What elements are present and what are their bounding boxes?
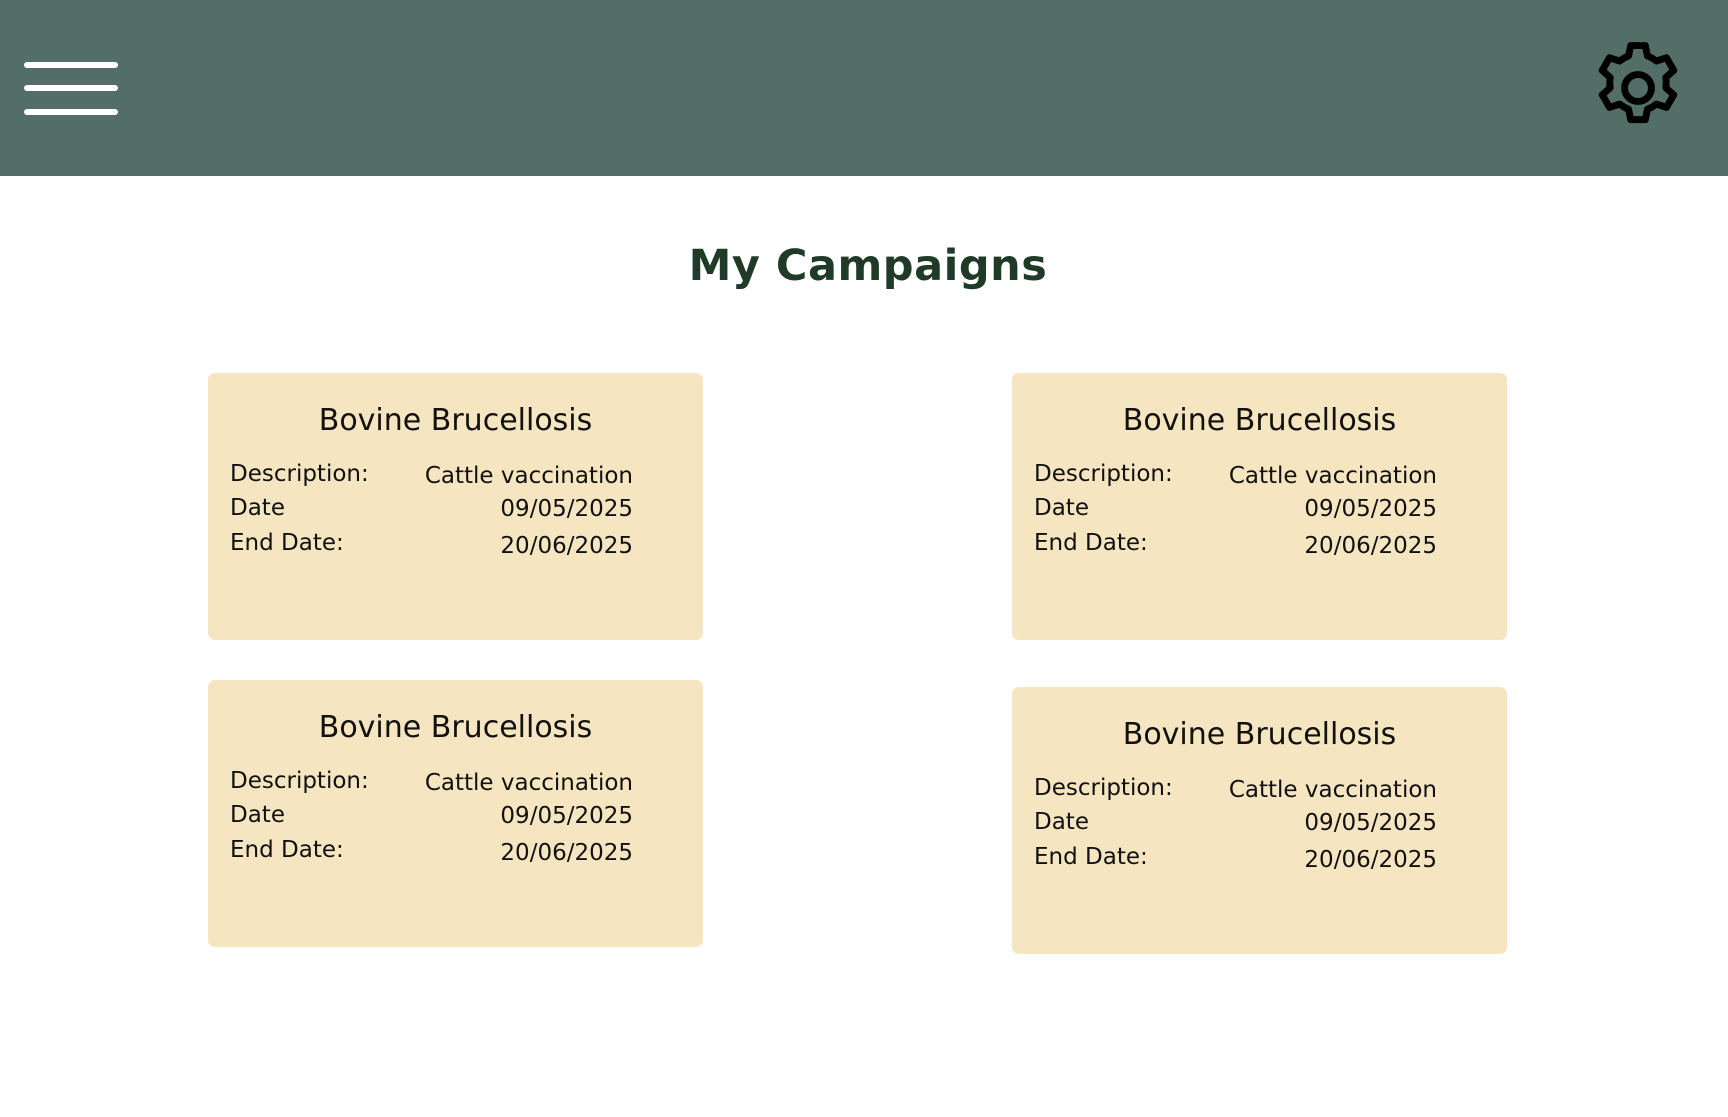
end-date-label: End Date:: [230, 837, 344, 863]
date-label: Date: [1034, 495, 1089, 521]
end-date-value: 20/06/2025: [500, 533, 633, 559]
end-date-value: 20/06/2025: [1304, 847, 1437, 873]
settings-button[interactable]: [1586, 36, 1690, 140]
hamburger-menu-icon: [24, 60, 120, 120]
top-app-bar: [0, 0, 1728, 176]
description-label: Description:: [230, 768, 369, 794]
campaign-title: Bovine Brucellosis: [318, 403, 593, 438]
campaign-card[interactable]: Bovine Brucellosis Description: Cattle v…: [1012, 687, 1507, 954]
description-value: Cattle vaccination: [1228, 463, 1437, 489]
description-value: Cattle vaccination: [424, 463, 633, 489]
description-label: Description:: [1034, 461, 1173, 487]
end-date-value: 20/06/2025: [1304, 533, 1437, 559]
description-label: Description:: [1034, 775, 1173, 801]
campaign-title: Bovine Brucellosis: [1122, 403, 1397, 438]
end-date-value: 20/06/2025: [500, 840, 633, 866]
date-label: Date: [230, 802, 285, 828]
campaign-card[interactable]: Bovine Brucellosis Description: Cattle v…: [1012, 373, 1507, 640]
date-label: Date: [230, 495, 285, 521]
gear-icon: [1598, 42, 1678, 124]
campaign-card[interactable]: Bovine Brucellosis Description: Cattle v…: [208, 373, 703, 640]
end-date-label: End Date:: [1034, 844, 1148, 870]
date-value: 09/05/2025: [1304, 496, 1437, 522]
campaign-card[interactable]: Bovine Brucellosis Description: Cattle v…: [208, 680, 703, 947]
date-label: Date: [1034, 809, 1089, 835]
campaign-title: Bovine Brucellosis: [1122, 717, 1397, 752]
date-value: 09/05/2025: [500, 803, 633, 829]
date-value: 09/05/2025: [500, 496, 633, 522]
description-label: Description:: [230, 461, 369, 487]
date-value: 09/05/2025: [1304, 810, 1437, 836]
page-title: My Campaigns: [688, 241, 1048, 291]
description-value: Cattle vaccination: [424, 770, 633, 796]
description-value: Cattle vaccination: [1228, 777, 1437, 803]
menu-button[interactable]: [24, 60, 120, 120]
campaign-title: Bovine Brucellosis: [318, 710, 593, 745]
end-date-label: End Date:: [1034, 530, 1148, 556]
end-date-label: End Date:: [230, 530, 344, 556]
